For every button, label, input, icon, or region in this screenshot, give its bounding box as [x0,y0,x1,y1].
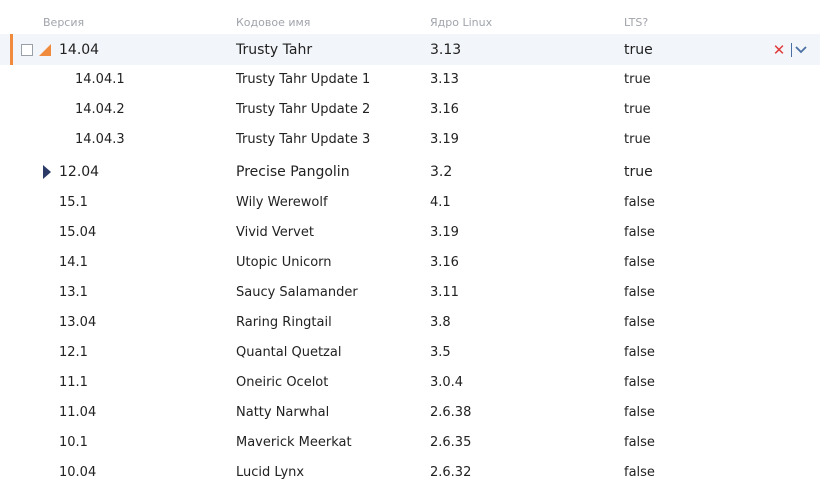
cell-version: 13.04 [59,315,97,330]
close-icon[interactable]: ✕ [771,41,787,59]
cell-codename: Saucy Salamander [236,285,358,300]
table-row[interactable]: 10.1 Maverick Meerkat 2.6.35 false [0,428,820,458]
cell-lts: true [624,72,651,87]
cell-codename: Oneiric Ocelot [236,375,329,390]
cell-lts: false [624,255,655,270]
tree-row-collapsed[interactable]: 12.04 Precise Pangolin 3.2 true [0,155,820,188]
cell-version: 11.1 [59,375,88,390]
cell-version: 15.1 [59,195,88,210]
cell-codename: Trusty Tahr [236,41,313,58]
cell-lts: true [624,41,653,58]
cell-codename: Utopic Unicorn [236,255,332,270]
cell-version: 14.04.1 [75,72,125,87]
cell-lts: false [624,315,655,330]
cell-lts: true [624,132,651,147]
column-codename-header[interactable]: Кодовое имя [236,16,310,29]
cell-version: 11.04 [59,405,97,420]
collapsed-triangle-icon[interactable] [43,164,51,179]
cell-codename: Trusty Tahr Update 2 [236,102,371,117]
cell-kernel: 3.16 [430,102,459,117]
cell-codename: Maverick Meerkat [236,435,352,450]
table-row[interactable]: 10.04 Lucid Lynx 2.6.32 false [0,458,820,488]
cell-kernel: 3.5 [430,345,451,360]
tree-row-child[interactable]: 14.04.1 Trusty Tahr Update 1 3.13 true [0,65,820,95]
tree-grid: 14.04 Trusty Tahr 3.13 true ✕ 14.04.1 Tr… [0,34,820,488]
cell-kernel: 3.19 [430,132,459,147]
cell-version: 13.1 [59,285,88,300]
table-row[interactable]: 14.1 Utopic Unicorn 3.16 false [0,248,820,278]
cell-codename: Wily Werewolf [236,195,328,210]
cell-lts: false [624,435,655,450]
table-row[interactable]: 12.1 Quantal Quetzal 3.5 false [0,338,820,368]
chevron-down-icon[interactable] [794,43,808,57]
cell-version: 12.1 [59,345,88,360]
cell-version: 14.04.2 [75,102,125,117]
cell-codename: Quantal Quetzal [236,345,342,360]
row-actions: ✕ [771,34,808,65]
cell-kernel: 2.6.35 [430,435,472,450]
cell-lts: false [624,285,655,300]
cell-codename: Trusty Tahr Update 3 [236,132,371,147]
cell-codename: Lucid Lynx [236,465,305,480]
cell-kernel: 3.13 [430,72,459,87]
row-checkbox[interactable] [21,43,33,56]
cell-version: 10.1 [59,435,88,450]
column-kernel-header[interactable]: Ядро Linux [430,16,492,29]
cell-version: 12.04 [59,163,100,180]
cell-version: 10.04 [59,465,97,480]
cell-lts: false [624,225,655,240]
cell-kernel: 2.6.38 [430,405,472,420]
cell-kernel: 3.19 [430,225,459,240]
cell-version: 15.04 [59,225,97,240]
cell-lts: false [624,345,655,360]
table-row[interactable]: 15.1 Wily Werewolf 4.1 false [0,188,820,218]
cell-kernel: 3.0.4 [430,375,464,390]
table-row[interactable]: 11.04 Natty Narwhal 2.6.38 false [0,398,820,428]
cell-lts: true [624,102,651,117]
cell-kernel: 3.8 [430,315,451,330]
table-row[interactable]: 13.1 Saucy Salamander 3.11 false [0,278,820,308]
cell-kernel: 4.1 [430,195,451,210]
cell-version: 14.04 [59,41,100,58]
cell-codename: Precise Pangolin [236,163,350,180]
cell-codename: Vivid Vervet [236,225,314,240]
actions-divider [791,42,792,57]
tree-row-child[interactable]: 14.04.3 Trusty Tahr Update 3 3.19 true [0,125,820,155]
table-row[interactable]: 13.04 Raring Ringtail 3.8 false [0,308,820,338]
cell-version: 14.04.3 [75,132,125,147]
cell-lts: false [624,195,655,210]
cell-kernel: 3.11 [430,285,459,300]
cell-lts: true [624,163,653,180]
table-row[interactable]: 11.1 Oneiric Ocelot 3.0.4 false [0,368,820,398]
cell-codename: Trusty Tahr Update 1 [236,72,371,87]
table-row[interactable]: 15.04 Vivid Vervet 3.19 false [0,218,820,248]
cell-kernel: 3.16 [430,255,459,270]
cell-lts: false [624,405,655,420]
cell-codename: Raring Ringtail [236,315,332,330]
cell-kernel: 2.6.32 [430,465,472,480]
tree-row-selected[interactable]: 14.04 Trusty Tahr 3.13 true ✕ [0,34,820,65]
cell-version: 14.1 [59,255,88,270]
cell-kernel: 3.2 [430,163,453,180]
column-header: Версия Кодовое имя Ядро Linux LTS? [0,0,820,34]
tree-row-child[interactable]: 14.04.2 Trusty Tahr Update 2 3.16 true [0,95,820,125]
cell-codename: Natty Narwhal [236,405,330,420]
column-version-header[interactable]: Версия [43,16,84,29]
cell-lts: false [624,375,655,390]
cell-lts: false [624,465,655,480]
cell-kernel: 3.13 [430,41,462,58]
expanded-triangle-icon[interactable] [39,43,51,56]
column-lts-header[interactable]: LTS? [624,16,648,29]
